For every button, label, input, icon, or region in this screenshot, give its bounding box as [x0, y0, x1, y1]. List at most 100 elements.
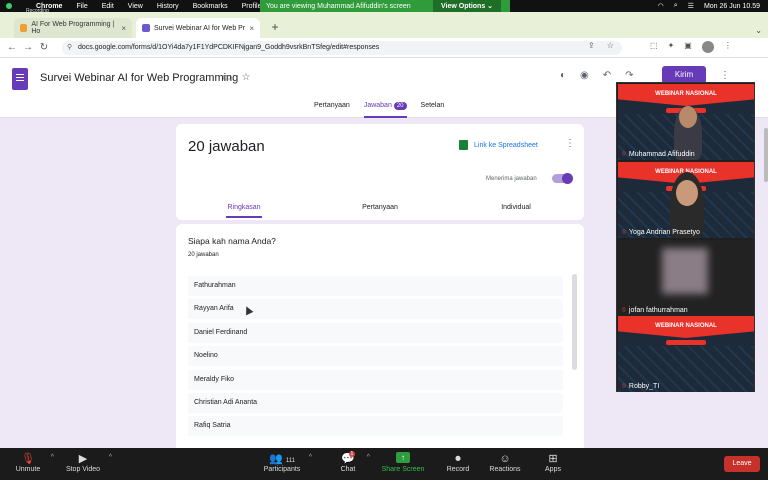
list-item: Fathurahman	[188, 276, 563, 296]
video-tile[interactable]: WEBINAR NASIONAL ⦸ Muhammad Afifuddin	[618, 84, 754, 160]
list-item: Rafiq Satria	[188, 416, 563, 436]
video-tile[interactable]: WEBINAR NASIONAL ⦸ Robby_TI	[618, 316, 754, 392]
webinar-banner: WEBINAR NASIONAL	[618, 316, 754, 338]
back-icon[interactable]: ←	[4, 42, 20, 53]
reactions-button[interactable]: ☺ Reactions	[486, 452, 524, 473]
address-bar[interactable]: ⚲ docs.google.com/forms/d/1OYi4da7y1F1Yd…	[62, 41, 622, 55]
menu-bookmarks[interactable]: Bookmarks	[193, 3, 228, 10]
tab-close-icon[interactable]: ×	[249, 24, 254, 33]
forward-icon[interactable]: →	[20, 42, 36, 53]
link-to-spreadsheet-button[interactable]: Link ke Spreadsheet	[459, 140, 538, 150]
record-icon: ⏺	[455, 453, 461, 465]
tab-favicon-icon	[20, 24, 28, 32]
palette-icon[interactable]: ◐	[560, 70, 566, 81]
profile-avatar[interactable]	[701, 41, 714, 53]
search-icon[interactable]: ⌕	[674, 2, 678, 10]
forms-favicon-icon	[142, 24, 150, 32]
tab-questions[interactable]: Pertanyaan	[314, 102, 350, 118]
lock-icon[interactable]: ⚲	[67, 41, 72, 55]
response-count-heading: 20 jawaban	[188, 138, 265, 155]
more-menu-icon[interactable]: ⋮	[724, 41, 732, 53]
tab-survei-webinar[interactable]: Survei Webinar AI for Web Pr ×	[136, 18, 260, 38]
chevron-up-icon[interactable]: ^	[367, 454, 370, 461]
wifi-icon[interactable]: ◠	[658, 2, 664, 10]
browser-tab-bar: AI For Web Programming | Ho × Survei Web…	[0, 12, 768, 38]
list-item: Daniel Ferdinand	[188, 323, 563, 343]
responses-summary-card: 20 jawaban Link ke Spreadsheet ⋮ Menerim…	[176, 124, 584, 220]
screen-share-banner: You are viewing Muhammad Afifuddin's scr…	[260, 0, 510, 12]
page-scrollbar[interactable]	[764, 128, 768, 182]
menu-file[interactable]: File	[76, 3, 87, 10]
chevron-up-icon[interactable]: ^	[51, 454, 54, 461]
responses-more-icon[interactable]: ⋮	[565, 138, 575, 149]
redo-icon[interactable]: ↷	[625, 70, 633, 81]
sidebar-icon[interactable]: ▣	[684, 41, 692, 53]
video-tile[interactable]: WEBINAR NASIONAL ⦸ Yoga Andrian Prasetyo	[618, 162, 754, 238]
reactions-label: Reactions	[489, 466, 521, 473]
menu-view[interactable]: View	[128, 3, 143, 10]
mic-muted-icon: ⦸	[622, 151, 626, 157]
new-tab-icon[interactable]: +	[268, 20, 282, 34]
view-options-button[interactable]: View Options ⌄	[433, 0, 502, 12]
share-icon[interactable]: ⇪	[588, 41, 595, 50]
answers-scrollbar[interactable]	[572, 274, 577, 370]
more-options-icon[interactable]: ⋮	[720, 70, 730, 81]
tab-summary[interactable]: Ringkasan	[176, 204, 312, 211]
participants-icon: 👥 111	[269, 453, 295, 465]
preview-eye-icon[interactable]: ◉	[580, 70, 589, 81]
tab-settings[interactable]: Setelan	[421, 102, 445, 118]
chevron-up-icon[interactable]: ^	[309, 454, 312, 461]
tab-question-view[interactable]: Pertanyaan	[312, 204, 448, 211]
participant-face	[679, 106, 697, 128]
menu-history[interactable]: History	[157, 3, 179, 10]
mac-menu-bar: Recording Chrome File Edit View History …	[0, 0, 768, 14]
google-forms-logo-icon[interactable]	[12, 68, 28, 90]
menu-edit[interactable]: Edit	[102, 3, 114, 10]
video-tile[interactable]: ⦸ jofan fathurrahman	[618, 240, 754, 316]
share-screen-button[interactable]: ↑ Share Screen	[380, 452, 426, 473]
list-item: Christian Adi Ananta	[188, 393, 563, 413]
folder-icon[interactable]: ▭	[222, 72, 231, 83]
accepting-responses-label: Menerima jawaban	[486, 176, 537, 182]
bookmark-star-icon[interactable]: ☆	[607, 41, 614, 50]
participants-count: 111	[285, 458, 295, 464]
unmute-button[interactable]: 🎙 Unmute ^	[10, 452, 54, 473]
tab-responses[interactable]: Jawaban 20	[363, 102, 407, 118]
video-camera-icon: ▶	[78, 453, 88, 465]
chat-button[interactable]: 💬 1 Chat ^	[334, 451, 370, 473]
mic-muted-icon: ⦸	[622, 383, 626, 389]
star-icon[interactable]: ☆	[241, 72, 250, 83]
blurred-video	[662, 248, 708, 294]
extension-icon[interactable]: ⬚	[650, 41, 658, 53]
tab-ai-for-web-programming[interactable]: AI For Web Programming | Ho ×	[14, 18, 132, 38]
mic-muted-icon: 🎙	[21, 453, 35, 465]
reload-icon[interactable]: ↻	[36, 42, 52, 53]
accepting-responses-toggle[interactable]	[552, 173, 573, 184]
apps-button[interactable]: ⊞ Apps	[538, 452, 568, 473]
undo-icon[interactable]: ↶	[603, 70, 611, 81]
control-center-icon[interactable]: ☰	[688, 2, 694, 10]
response-view-tabs: Ringkasan Pertanyaan Individual	[176, 204, 584, 211]
leave-button[interactable]: Leave	[724, 456, 760, 472]
share-banner-text: You are viewing Muhammad Afifuddin's scr…	[266, 2, 411, 10]
chevron-up-icon[interactable]: ^	[109, 454, 112, 461]
chevron-down-icon[interactable]: ⌄	[755, 26, 762, 35]
stop-video-label: Stop Video	[65, 466, 101, 473]
datetime[interactable]: Mon 26 Jun 10.59	[704, 3, 760, 10]
stop-video-button[interactable]: ▶ Stop Video ^	[62, 452, 112, 473]
sheets-icon	[459, 140, 468, 150]
tab-close-icon[interactable]: ×	[121, 24, 126, 33]
recording-indicator-icon	[6, 3, 12, 9]
form-title[interactable]: Survei Webinar AI for Web Programming	[40, 72, 238, 84]
question-summary-card: Siapa kah nama Anda? 20 jawaban Fathurah…	[176, 224, 584, 448]
tab-responses-label: Jawaban	[363, 102, 392, 109]
unmute-label: Unmute	[15, 466, 41, 473]
puzzle-icon[interactable]: ✦	[668, 41, 675, 53]
participants-button[interactable]: 👥 111 Participants ^	[260, 452, 312, 473]
record-button[interactable]: ⏺ Record	[442, 452, 474, 473]
browser-toolbar: ← → ↻ ⚲ docs.google.com/forms/d/1OYi4da7…	[0, 38, 768, 58]
url-text: docs.google.com/forms/d/1OYi4da7y1F1YdPC…	[78, 44, 380, 51]
participant-name: jofan fathurrahman	[628, 307, 688, 314]
video-gallery-panel: WEBINAR NASIONAL ⦸ Muhammad Afifuddin WEB…	[616, 82, 755, 392]
tab-individual[interactable]: Individual	[448, 204, 584, 211]
